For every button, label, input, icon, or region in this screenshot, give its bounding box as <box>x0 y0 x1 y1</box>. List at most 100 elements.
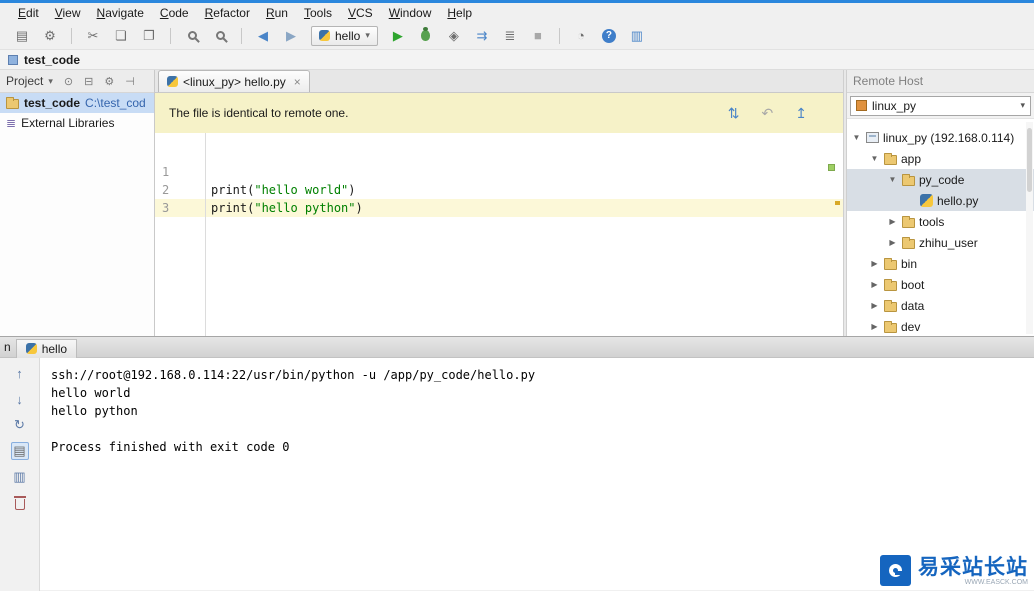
code-line[interactable]: 2 print("hello world") <box>155 181 843 199</box>
folder-icon <box>884 152 897 165</box>
gear-icon[interactable]: ⚙ <box>104 75 114 88</box>
python-file-icon <box>25 343 37 354</box>
tree-item[interactable]: ▶ data <box>847 295 1034 316</box>
external-libraries-item[interactable]: ≣ External Libraries <box>0 113 154 133</box>
menu-navigate[interactable]: Navigate <box>89 4 152 22</box>
console-line: hello world <box>51 386 131 400</box>
code-line-active[interactable]: 3 print("hello python") <box>155 199 843 217</box>
editor-tab-title: <linux_py> hello.py <box>183 74 286 89</box>
help-icon[interactable]: ? <box>598 26 620 46</box>
menu-refactor[interactable]: Refactor <box>197 4 258 22</box>
collapse-all-icon[interactable]: ⊟ <box>84 75 93 88</box>
tree-item-label: bin <box>901 256 918 271</box>
scrollbar-thumb[interactable] <box>1027 128 1032 192</box>
chevron-down-icon[interactable]: ▼ <box>851 133 862 142</box>
concurrency-icon[interactable]: ⇉ <box>471 26 493 46</box>
watermark: 易采站长站 WWW.EASCK.COM <box>880 555 1028 586</box>
tree-item[interactable]: ▶ dev <box>847 316 1034 336</box>
toolbar-separator <box>170 27 171 44</box>
close-icon[interactable]: × <box>294 75 301 89</box>
coverage-icon[interactable]: ◈ <box>443 26 465 46</box>
up-icon[interactable]: ↑ <box>11 364 29 382</box>
project-icon <box>8 54 18 65</box>
chevron-down-icon: ▾ <box>1020 100 1025 110</box>
cut-icon[interactable]: ✂ <box>82 26 104 46</box>
zoom-out-icon[interactable] <box>181 26 203 46</box>
tree-item[interactable]: ▶ boot <box>847 274 1034 295</box>
zoom-in-icon[interactable] <box>209 26 231 46</box>
save-all-icon[interactable]: ▤ <box>11 26 33 46</box>
server-select[interactable]: linux_py ▾ <box>850 95 1031 116</box>
code-editor[interactable]: 1 2 print("hello world") 3 print("hello … <box>155 133 843 336</box>
locate-file-icon[interactable]: ⊙ <box>64 75 73 88</box>
revert-icon[interactable]: ↶ <box>762 105 774 122</box>
run-button[interactable]: ▶ <box>387 26 409 46</box>
run-window-label: n <box>4 340 11 354</box>
down-icon[interactable]: ↓ <box>11 390 29 408</box>
console-line: Process finished with exit code 0 <box>51 440 290 454</box>
menu-help[interactable]: Help <box>439 4 480 22</box>
chevron-down-icon[interactable]: ▾ <box>48 76 53 87</box>
breadcrumb[interactable]: test_code <box>24 53 80 67</box>
tree-item[interactable]: ▼ py_code <box>847 169 1034 190</box>
menu-vcs[interactable]: VCS <box>340 4 381 22</box>
menu-view[interactable]: View <box>47 4 89 22</box>
tree-item-label: py_code <box>919 172 965 187</box>
menu-window[interactable]: Window <box>381 4 440 22</box>
inspections-status-icon[interactable] <box>828 164 835 171</box>
stop-icon[interactable]: ■ <box>527 26 549 46</box>
run-tab-hello[interactable]: hello <box>15 338 78 358</box>
chevron-down-icon[interactable]: ▼ <box>887 175 898 184</box>
back-icon[interactable]: ◀ <box>252 26 274 46</box>
rerun-icon[interactable]: ↻ <box>11 416 29 434</box>
server-select-value: linux_py <box>872 98 917 113</box>
terminal-icon[interactable]: ▥ <box>626 26 648 46</box>
chevron-right-icon[interactable]: ▶ <box>869 301 880 310</box>
remote-host-toolbar: linux_py ▾ <box>847 93 1034 119</box>
folder-icon <box>6 97 19 109</box>
tree-item[interactable]: ▶ tools <box>847 211 1034 232</box>
copy-icon[interactable]: ❏ <box>110 26 132 46</box>
editor-tab[interactable]: <linux_py> hello.py × <box>158 70 310 92</box>
tree-item[interactable]: ▶ zhihu_user <box>847 232 1034 253</box>
settings-icon[interactable]: ⚙ <box>39 26 61 46</box>
menubar: Edit View Navigate Code Refactor Run Too… <box>0 3 1034 22</box>
menu-code[interactable]: Code <box>152 4 197 22</box>
tree-item-selected[interactable]: hello.py <box>847 190 1034 211</box>
chevron-right-icon[interactable]: ▶ <box>887 238 898 247</box>
chevron-right-icon[interactable]: ▶ <box>887 217 898 226</box>
profiler-icon[interactable]: ◔ <box>570 26 592 46</box>
forward-icon[interactable]: ▶ <box>280 26 302 46</box>
run-config-select[interactable]: hello ▾ <box>311 25 378 46</box>
upload-to-remote-icon[interactable]: ↥ <box>795 105 807 122</box>
tree-item-root[interactable]: ▼ linux_py (192.168.0.114) <box>847 127 1034 148</box>
chevron-right-icon[interactable]: ▶ <box>869 259 880 268</box>
project-panel-title[interactable]: Project <box>6 74 43 88</box>
host-icon <box>866 132 879 143</box>
console-settings-icon[interactable]: ▥ <box>11 468 29 486</box>
menu-edit[interactable]: Edit <box>10 4 47 22</box>
tree-item[interactable]: ▼ app <box>847 148 1034 169</box>
debug-icon[interactable] <box>415 26 437 46</box>
scrollbar-track[interactable] <box>1026 122 1033 334</box>
chevron-right-icon[interactable]: ▶ <box>869 280 880 289</box>
run-config-label: hello <box>335 28 361 43</box>
chevron-right-icon[interactable]: ▶ <box>869 322 880 331</box>
compare-with-remote-icon[interactable]: ⇅ <box>728 105 740 122</box>
tree-item[interactable]: ▶ bin <box>847 253 1034 274</box>
code-line[interactable]: 1 <box>155 163 843 181</box>
project-root-path: C:\test_cod <box>85 96 146 110</box>
pin-icon[interactable]: ▤ <box>10 442 29 460</box>
server-icon <box>856 100 867 111</box>
hide-panel-icon[interactable]: ⊣ <box>125 75 135 88</box>
paste-icon[interactable]: ❐ <box>138 26 160 46</box>
clear-all-icon[interactable] <box>11 494 29 512</box>
menu-tools[interactable]: Tools <box>296 4 340 22</box>
folder-icon <box>884 257 897 270</box>
restore-layout-icon[interactable]: ≣ <box>499 26 521 46</box>
chevron-down-icon[interactable]: ▼ <box>869 154 880 163</box>
menu-run[interactable]: Run <box>258 4 296 22</box>
project-root-item[interactable]: test_code C:\test_cod <box>0 93 154 113</box>
folder-icon <box>884 278 897 291</box>
